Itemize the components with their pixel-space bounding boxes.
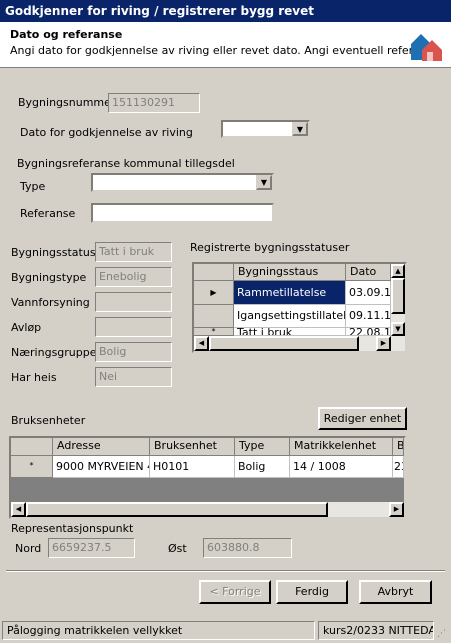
status-field-value: Enebolig [95, 267, 172, 287]
status-message: Pålogging matrikkelen vellykket [2, 621, 315, 640]
status-field-label: Avløp [11, 321, 42, 334]
statusbar: Pålogging matrikkelen vellykket kurs2/02… [0, 620, 451, 643]
page-description: Angi dato for godkjennelse av riving ell… [10, 44, 440, 57]
ost-label: Øst [168, 542, 187, 555]
column-header[interactable]: Dato [346, 264, 391, 281]
date-cell[interactable]: 09.11.19 [346, 305, 391, 328]
bruksenheter-grid[interactable]: Adresse Bruksenhet Type Matrikkelenhet B… [9, 436, 406, 519]
type-cell[interactable]: Bolig [235, 456, 290, 478]
column-header[interactable]: Type [235, 438, 290, 456]
column-header[interactable]: Br [393, 438, 404, 456]
rediger-enhet-button[interactable]: Rediger enhet [318, 407, 407, 430]
scroll-left-icon[interactable]: ◀ [11, 502, 26, 517]
extra-cell[interactable]: 23 [393, 456, 404, 478]
status-field-label: Har heis [11, 371, 57, 384]
scroll-right-icon[interactable]: ▶ [389, 502, 404, 517]
bygningsnummer-label: Bygningsnummer [18, 96, 116, 109]
page-title: Dato og referanse [10, 28, 123, 41]
status-cell[interactable]: Tatt i bruk [234, 328, 346, 336]
finish-button[interactable]: Ferdig [276, 580, 348, 604]
row-marker[interactable] [194, 305, 234, 328]
row-marker[interactable]: * [194, 328, 234, 336]
matrikkelenhet-cell[interactable]: 14 / 1008 [290, 456, 393, 478]
resize-grip-icon[interactable]: ⋰ [437, 629, 446, 639]
scroll-thumb[interactable] [391, 278, 405, 314]
column-header[interactable]: Bygningsstaus [234, 264, 346, 281]
status-field-label: Bygningstype [11, 271, 87, 284]
type-label: Type [20, 180, 46, 193]
status-user-location: kurs2/0233 NITTEDAL [318, 621, 434, 640]
status-field-value: Tatt i bruk [95, 242, 172, 262]
referanse-label: Referanse [20, 207, 76, 220]
scroll-up-icon[interactable]: ▲ [391, 264, 405, 278]
chevron-down-icon[interactable]: ▼ [292, 122, 308, 136]
date-cell[interactable]: 22.08.19 [346, 328, 391, 336]
row-marker[interactable]: * [11, 456, 53, 478]
status-field-label: Vannforsyning [11, 296, 90, 309]
separator [6, 570, 445, 572]
status-field-value [95, 317, 172, 337]
statuses-grid[interactable]: Bygningsstaus Dato ▶ Rammetillatelse 03.… [192, 262, 407, 353]
grid-corner [11, 438, 53, 456]
referanse-input[interactable] [91, 203, 274, 223]
houses-icon [411, 34, 442, 61]
status-cell[interactable]: Rammetillatelse [234, 281, 346, 305]
chevron-down-icon[interactable]: ▼ [256, 175, 272, 190]
previous-button[interactable]: < Forrige [199, 580, 271, 604]
bygningsnummer-field: 151130291 [108, 93, 200, 113]
dato-label: Dato for godkjennelse av riving [20, 126, 193, 139]
referanse-group-label: Bygningsreferanse kommunal tillegsdel [17, 157, 235, 170]
grid-corner [194, 264, 234, 281]
status-cell[interactable]: Igangsettingstillatelse [234, 305, 346, 328]
dato-picker[interactable]: ▼ [221, 120, 310, 138]
status-field-label: Bygningsstatus [11, 246, 96, 259]
ost-field: 603880.8 [203, 538, 292, 558]
column-header[interactable]: Matrikkelenhet [290, 438, 393, 456]
bruksenhet-cell[interactable]: H0101 [150, 456, 235, 478]
status-field-value: Bolig [95, 342, 172, 362]
adresse-cell[interactable]: 9000 MYRVEIEN 4 [53, 456, 150, 478]
scroll-right-icon[interactable]: ▶ [376, 336, 391, 351]
wizard-header: Dato og referanse Angi dato for godkjenn… [0, 22, 451, 68]
type-select[interactable]: ▼ [91, 173, 274, 192]
column-header[interactable]: Bruksenhet [150, 438, 235, 456]
horizontal-scrollbar[interactable]: ◀ ▶ [11, 502, 404, 517]
window-title: Godkjenner for riving / registrerer bygg… [0, 0, 451, 22]
rep-punkt-label: Representasjonspunkt [11, 522, 134, 535]
horizontal-scrollbar[interactable]: ◀ ▶ [194, 336, 405, 351]
nord-field: 6659237.5 [48, 538, 135, 558]
nord-label: Nord [15, 542, 42, 555]
cancel-button[interactable]: Avbryt [359, 580, 432, 604]
scroll-down-icon[interactable]: ▼ [391, 322, 405, 336]
column-header[interactable]: Adresse [53, 438, 150, 456]
scroll-left-icon[interactable]: ◀ [194, 336, 209, 351]
status-field-label: Næringsgruppe [11, 346, 97, 359]
bruksenheter-label: Bruksenheter [11, 414, 86, 427]
vertical-scrollbar[interactable]: ▲ ▼ [391, 264, 405, 336]
date-cell[interactable]: 03.09.19 [346, 281, 391, 305]
status-field-value [95, 292, 172, 312]
status-field-value: Nei [95, 367, 172, 387]
statuses-label: Registrerte bygningsstatuser [190, 241, 350, 254]
row-marker[interactable]: ▶ [194, 281, 234, 305]
scroll-thumb[interactable] [209, 336, 359, 351]
scroll-thumb[interactable] [26, 502, 328, 517]
